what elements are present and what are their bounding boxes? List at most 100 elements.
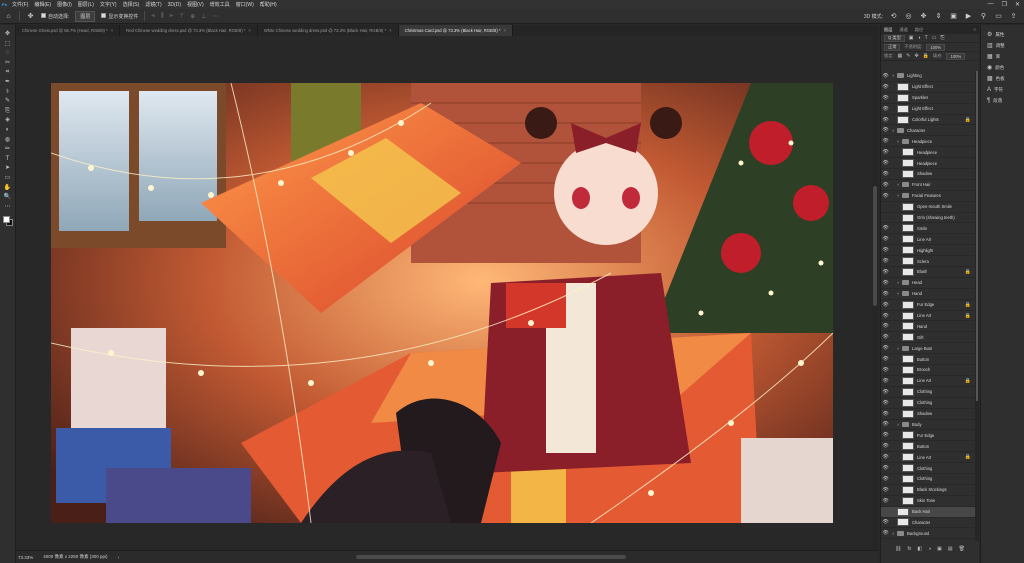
layer-name[interactable]: Gift — [917, 335, 924, 340]
layer-name[interactable]: Headpiece — [917, 161, 937, 166]
layer-name[interactable]: Lighting — [907, 73, 922, 78]
visibility-eye-icon[interactable]: 👁 — [881, 193, 890, 199]
layer-name[interactable]: Button — [917, 444, 929, 449]
layer-name[interactable]: Black Stockings — [917, 487, 947, 492]
layer-row[interactable]: 👁 Blush 🔒 — [881, 267, 975, 278]
visibility-eye-icon[interactable]: 👁 — [881, 182, 890, 188]
scrollbar-thumb[interactable] — [976, 71, 978, 401]
visibility-eye-icon[interactable]: 👁 — [881, 117, 890, 123]
layer-group-row[interactable]: 👁 ˅ Head — [881, 278, 975, 289]
tab-red-chinese-wedding-dress[interactable]: Red Chinese wedding dress.psd @ 73.3% (B… — [120, 25, 258, 36]
visibility-eye-icon[interactable]: 👁 — [881, 138, 890, 144]
layer-row[interactable]: 👁 Headpiece — [881, 147, 975, 159]
menu-3d[interactable]: 3D(D) — [165, 2, 184, 8]
layer-name[interactable]: Background — [907, 531, 929, 536]
visibility-eye-icon[interactable]: 👁 — [881, 73, 890, 79]
panel-button[interactable]: ¶ 段落 — [987, 97, 1024, 105]
filter-kind-dropdown[interactable]: Q 类型 — [884, 34, 905, 42]
panel-button[interactable]: ▦ 库 — [987, 53, 1024, 61]
healing-brush-tool-icon[interactable]: ⚕ — [3, 89, 12, 96]
link-layers-icon[interactable]: ⛓ — [895, 546, 901, 552]
menu-file[interactable]: 文件(F) — [9, 1, 31, 8]
lock-image-icon[interactable]: ✎ — [906, 53, 910, 59]
layer-group-row[interactable]: 👁 ˅ Background — [881, 528, 975, 540]
filter-adjust-icon[interactable]: ◑ — [918, 35, 921, 41]
layer-name[interactable]: Grin (showing teeth) — [917, 215, 955, 220]
move-tool-icon[interactable]: ✥ — [3, 31, 12, 38]
layer-name[interactable]: Highlight — [917, 248, 933, 253]
visibility-eye-icon[interactable]: 👁 — [881, 367, 890, 373]
layer-name[interactable]: Clothing — [917, 389, 932, 394]
layer-name[interactable]: Clothing — [917, 466, 932, 471]
lasso-tool-icon[interactable]: ◌ — [3, 50, 12, 57]
tab-christmas-card[interactable]: Christmas Card.psd @ 73.3% (Black Hair, … — [398, 25, 513, 36]
tab-white-chinese-wedding-dress[interactable]: White Chinese wedding dress.psd @ 73.3% … — [258, 25, 399, 36]
layer-name[interactable]: Shadow — [917, 171, 932, 176]
delete-layer-icon[interactable]: 🗑 — [959, 546, 965, 552]
visibility-eye-icon[interactable]: 👁 — [881, 84, 890, 90]
layer-row[interactable]: 👁 Sparkles — [881, 93, 975, 104]
layer-name[interactable]: Hand — [917, 324, 927, 329]
layer-name[interactable]: Fur Edge — [917, 433, 934, 438]
layer-group-row[interactable]: 👁 ˅ Front Hair — [881, 180, 975, 191]
layer-name[interactable]: Colorful Lights — [912, 117, 939, 122]
visibility-eye-icon[interactable]: 👁 — [881, 334, 890, 340]
eraser-tool-icon[interactable]: ◐ — [3, 127, 12, 134]
fill-input[interactable]: 100% — [946, 52, 966, 60]
layer-name[interactable]: Light Effect — [912, 106, 933, 111]
menu-type[interactable]: 文字(Y) — [97, 1, 120, 8]
layer-name[interactable]: Line Art — [917, 313, 931, 318]
visibility-eye-icon[interactable]: 👁 — [881, 225, 890, 231]
visibility-eye-icon[interactable]: 👁 — [881, 400, 890, 406]
layer-row[interactable]: 👁 Clothing — [881, 398, 975, 409]
layer-name[interactable]: Facial Features — [912, 193, 941, 198]
visibility-eye-icon[interactable]: 👁 — [881, 149, 890, 155]
visibility-eye-icon[interactable]: 👁 — [881, 454, 890, 460]
minimize-button[interactable]: — — [988, 1, 994, 8]
visibility-eye-icon[interactable]: 👁 — [881, 269, 890, 275]
align-bottom-icon[interactable]: ⊥ — [201, 13, 206, 20]
visibility-eye-icon[interactable]: 👁 — [881, 356, 890, 362]
clone-stamp-tool-icon[interactable]: ⎘ — [3, 108, 12, 115]
new-group-icon[interactable]: ▣ — [937, 546, 942, 552]
close-tab-icon[interactable]: × — [248, 28, 250, 33]
filter-smart-icon[interactable]: ⎘ — [940, 35, 944, 41]
layer-row[interactable]: 👁 Button — [881, 441, 975, 453]
layer-row[interactable]: 👁 Line Art 🔒 — [881, 311, 975, 322]
layer-row[interactable]: 👁 Character — [881, 518, 975, 529]
new-layer-icon[interactable]: ▤ — [948, 546, 953, 552]
show-transform-toggle[interactable]: 显示变换控件 — [101, 12, 138, 20]
visibility-eye-icon[interactable]: 👁 — [881, 247, 890, 253]
visibility-eye-icon[interactable]: 👁 — [881, 487, 890, 493]
layer-name[interactable]: Headpiece — [917, 150, 937, 155]
visibility-eye-icon[interactable]: 👁 — [881, 465, 890, 471]
layer-name[interactable]: Back Hair — [912, 509, 930, 514]
layer-group-row[interactable]: 👁 ˅ Lighting — [881, 71, 975, 82]
video-icon[interactable]: ▶ — [964, 12, 973, 21]
close-window-button[interactable]: ✕ — [1015, 1, 1020, 8]
layer-row[interactable]: 👁 Shadow — [881, 409, 975, 420]
close-tab-icon[interactable]: × — [504, 28, 506, 33]
layer-group-row[interactable]: 👁 ˅ Hand — [881, 289, 975, 300]
layer-row[interactable]: 👁 Clothing — [881, 463, 975, 474]
layer-row[interactable]: 👁 Light Effect — [881, 82, 975, 93]
menu-image[interactable]: 图像(I) — [54, 1, 75, 8]
layer-name[interactable]: Skin Tone — [917, 498, 935, 503]
visibility-eye-icon[interactable]: 👁 — [881, 345, 890, 351]
tab-chinese-ghost[interactable]: Chinese Ghost.psd @ 66.7% (Head, RGB/8) … — [16, 25, 121, 36]
layer-row[interactable]: 👁 Clothing — [881, 474, 975, 485]
document-canvas[interactable] — [51, 83, 833, 523]
visibility-eye-icon[interactable]: 👁 — [881, 432, 890, 438]
layer-group-row[interactable]: 👁 ˅ Facial Features — [881, 191, 975, 202]
visibility-eye-icon[interactable]: 👁 — [881, 160, 890, 166]
layer-name[interactable]: Headpiece — [912, 139, 932, 144]
tab-layers[interactable]: 图层 — [884, 27, 892, 33]
visibility-eye-icon[interactable]: 👁 — [881, 421, 890, 427]
zoom-tool-icon[interactable]: 🔍 — [3, 194, 12, 201]
layer-row[interactable]: Back Hair — [881, 506, 975, 518]
layer-name[interactable]: Character — [907, 128, 925, 133]
visibility-eye-icon[interactable]: 👁 — [881, 313, 890, 319]
lock-all-icon[interactable]: 🔒 — [923, 53, 929, 59]
type-tool-icon[interactable]: T — [3, 156, 12, 163]
align-top-icon[interactable]: ⊤ — [179, 13, 184, 20]
